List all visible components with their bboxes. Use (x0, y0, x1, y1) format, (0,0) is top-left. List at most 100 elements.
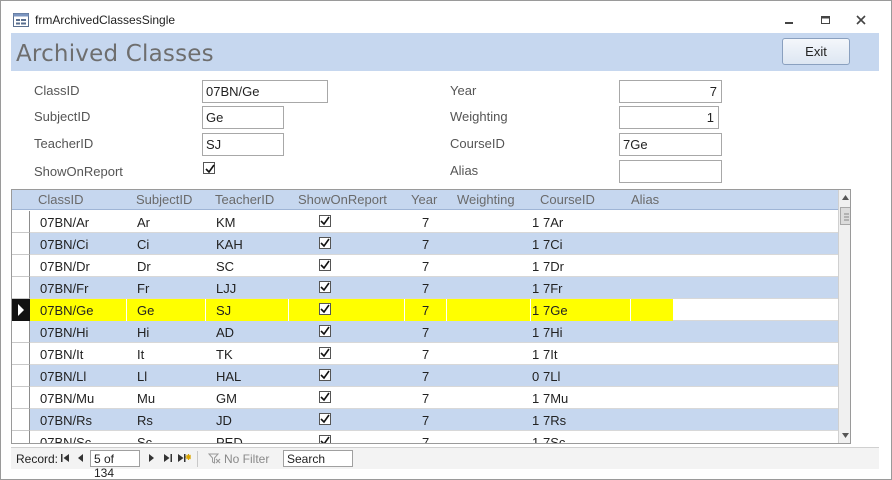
cell-class-id[interactable]: 07BN/Hi (40, 325, 88, 340)
weighting-field[interactable]: 1 (619, 106, 719, 129)
column-header-subject-id[interactable]: SubjectID (136, 192, 192, 207)
cell-weighting[interactable]: 0 (532, 369, 539, 384)
current-record-field[interactable]: 5 of 134 (90, 450, 140, 480)
record-selector[interactable] (12, 431, 30, 443)
table-row[interactable]: 07BN/Ar Ar KM 7 1 7Ar (30, 211, 838, 233)
column-header-show-on-report[interactable]: ShowOnReport (298, 192, 387, 207)
cell-teacher-id[interactable]: SC (216, 259, 234, 274)
exit-button[interactable]: Exit (782, 38, 850, 65)
first-record-icon[interactable] (61, 453, 70, 463)
cell-year[interactable]: 7 (422, 413, 429, 428)
show-on-report-cell-checkbox[interactable] (319, 435, 331, 444)
record-selector[interactable] (12, 255, 30, 277)
cell-year[interactable]: 7 (422, 259, 429, 274)
show-on-report-checkbox[interactable] (203, 162, 215, 174)
cell-subject-id[interactable]: Dr (137, 259, 151, 274)
subject-id-field[interactable]: Ge (202, 106, 284, 129)
cell-course-id[interactable]: 7Sc (543, 435, 565, 443)
column-header-course-id[interactable]: CourseID (540, 192, 595, 207)
no-filter-icon[interactable] (208, 453, 221, 464)
cell-course-id[interactable]: 7It (543, 347, 557, 362)
table-row[interactable]: 07BN/Ll Ll HAL 7 0 7Ll (30, 365, 838, 387)
table-row[interactable]: 07BN/Hi Hi AD 7 1 7Hi (30, 321, 838, 343)
cell-year[interactable]: 7 (422, 237, 429, 252)
cell-class-id[interactable]: 07BN/Fr (40, 281, 88, 296)
record-selector[interactable] (12, 365, 30, 387)
cell-course-id[interactable]: 7Ci (543, 237, 563, 252)
cell-year[interactable]: 7 (422, 391, 429, 406)
show-on-report-cell-checkbox[interactable] (319, 347, 331, 359)
record-selector[interactable] (12, 277, 30, 299)
cell-class-id[interactable]: 07BN/Ci (40, 237, 88, 252)
table-row[interactable]: 07BN/Dr Dr SC 7 1 7Dr (30, 255, 838, 277)
table-row[interactable]: 07BN/Fr Fr LJJ 7 1 7Fr (30, 277, 838, 299)
cell-teacher-id[interactable]: HAL (216, 369, 241, 384)
cell-weighting[interactable]: 1 (532, 413, 539, 428)
scroll-thumb[interactable] (840, 207, 850, 225)
record-selector[interactable] (12, 211, 30, 233)
cell-year[interactable]: 7 (422, 325, 429, 340)
cell-year[interactable]: 7 (422, 215, 429, 230)
vertical-scrollbar[interactable] (838, 190, 850, 443)
show-on-report-cell-checkbox[interactable] (319, 325, 331, 337)
no-filter-label[interactable]: No Filter (224, 452, 269, 466)
cell-class-id[interactable]: 07BN/Rs (40, 413, 92, 428)
column-header-alias[interactable]: Alias (631, 192, 659, 207)
cell-weighting[interactable]: 1 (532, 237, 539, 252)
table-row[interactable]: 07BN/Ci Ci KAH 7 1 7Ci (30, 233, 838, 255)
cell-weighting[interactable]: 1 (532, 435, 539, 443)
cell-year[interactable]: 7 (422, 435, 429, 443)
last-record-icon[interactable] (163, 453, 172, 463)
show-on-report-cell-checkbox[interactable] (319, 391, 331, 403)
show-on-report-cell-checkbox[interactable] (319, 413, 331, 425)
cell-weighting[interactable]: 1 (532, 303, 539, 318)
close-window-button[interactable] (846, 9, 876, 31)
cell-teacher-id[interactable]: GM (216, 391, 237, 406)
minimize-button[interactable] (774, 9, 804, 31)
cell-course-id[interactable]: 7Fr (543, 281, 563, 296)
cell-class-id[interactable]: 07BN/Ar (40, 215, 89, 230)
record-selector[interactable] (12, 233, 30, 255)
cell-year[interactable]: 7 (422, 303, 429, 318)
cell-course-id[interactable]: 7Dr (543, 259, 564, 274)
cell-subject-id[interactable]: Hi (137, 325, 149, 340)
cell-teacher-id[interactable]: SJ (216, 303, 231, 318)
previous-record-icon[interactable] (77, 453, 84, 463)
show-on-report-cell-checkbox[interactable] (319, 281, 331, 293)
cell-course-id[interactable]: 7Rs (543, 413, 566, 428)
cell-weighting[interactable]: 1 (532, 391, 539, 406)
scroll-up-button[interactable] (839, 190, 850, 206)
cell-weighting[interactable]: 1 (532, 281, 539, 296)
cell-subject-id[interactable]: It (137, 347, 144, 362)
cell-year[interactable]: 7 (422, 369, 429, 384)
alias-field[interactable] (619, 160, 722, 183)
new-record-icon[interactable] (177, 453, 191, 463)
cell-class-id[interactable]: 07BN/Sc (40, 435, 91, 443)
restore-button[interactable] (810, 9, 840, 31)
course-id-field[interactable]: 7Ge (619, 133, 722, 156)
table-row[interactable]: 07BN/Sc Sc PED 7 1 7Sc (30, 431, 838, 444)
record-selector[interactable] (12, 299, 30, 321)
year-field[interactable]: 7 (619, 80, 722, 103)
cell-teacher-id[interactable]: AD (216, 325, 234, 340)
record-selector[interactable] (12, 321, 30, 343)
cell-course-id[interactable]: 7Hi (543, 325, 563, 340)
cell-subject-id[interactable]: Ci (137, 237, 149, 252)
cell-class-id[interactable]: 07BN/Ll (40, 369, 86, 384)
teacher-id-field[interactable]: SJ (202, 133, 284, 156)
table-row[interactable]: 07BN/Mu Mu GM 7 1 7Mu (30, 387, 838, 409)
cell-teacher-id[interactable]: TK (216, 347, 233, 362)
cell-subject-id[interactable]: Sc (137, 435, 152, 443)
table-row[interactable]: 07BN/Ge Ge SJ 7 1 7Ge (30, 299, 838, 321)
cell-course-id[interactable]: 7Ar (543, 215, 563, 230)
cell-year[interactable]: 7 (422, 347, 429, 362)
cell-subject-id[interactable]: Fr (137, 281, 149, 296)
column-header-class-id[interactable]: ClassID (38, 192, 84, 207)
cell-teacher-id[interactable]: PED (216, 435, 243, 443)
cell-class-id[interactable]: 07BN/Ge (40, 303, 93, 318)
scroll-down-button[interactable] (839, 427, 850, 443)
cell-course-id[interactable]: 7Ge (543, 303, 568, 318)
cell-year[interactable]: 7 (422, 281, 429, 296)
cell-weighting[interactable]: 1 (532, 325, 539, 340)
cell-teacher-id[interactable]: LJJ (216, 281, 236, 296)
